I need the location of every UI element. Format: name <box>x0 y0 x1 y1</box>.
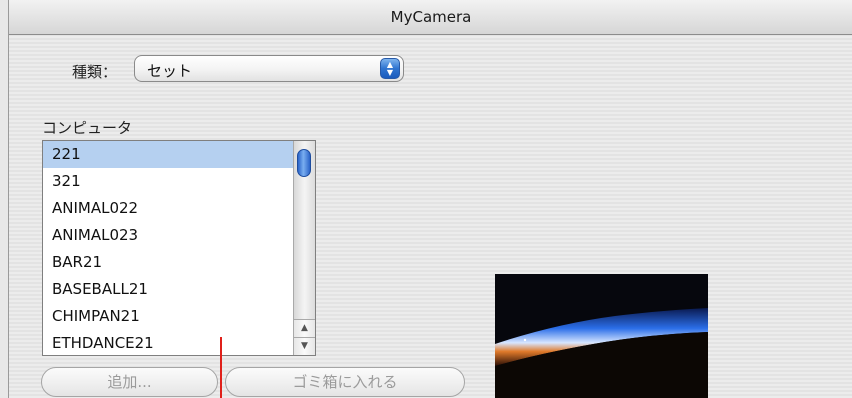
add-button[interactable]: 追加... <box>41 367 218 397</box>
list-item[interactable]: BASEBALL21 <box>43 276 293 303</box>
title-bar[interactable]: MyCamera <box>9 0 852 35</box>
earth-horizon-image <box>495 274 708 398</box>
kind-popup-button[interactable]: セット ▲ ▼ <box>134 55 404 82</box>
list-item[interactable]: CHIMPAN21 <box>43 303 293 330</box>
window-title: MyCamera <box>390 8 472 26</box>
preview-image <box>495 274 708 398</box>
list-scrollbar[interactable]: ▲ ▼ <box>293 141 315 355</box>
kind-popup-value: セット <box>147 62 193 80</box>
scroll-up-arrow-icon[interactable]: ▲ <box>294 319 315 337</box>
scroll-thumb[interactable] <box>297 149 311 177</box>
scroll-down-arrow-icon[interactable]: ▼ <box>294 337 315 355</box>
list-item[interactable]: BAR21 <box>43 249 293 276</box>
computer-list[interactable]: 221 321 ANIMAL022 ANIMAL023 BAR21 BASEBA… <box>42 140 316 356</box>
up-down-arrows-icon: ▲ ▼ <box>380 58 400 79</box>
move-to-trash-button[interactable]: ゴミ箱に入れる <box>225 367 465 397</box>
list-item[interactable]: ETHDANCE21 <box>43 330 293 355</box>
computer-list-label: コンピュータ <box>42 119 133 137</box>
list-item[interactable]: 221 <box>43 141 293 168</box>
list-item[interactable]: 321 <box>43 168 293 195</box>
mycamera-window: MyCamera 種類： セット ▲ ▼ コンピュータ 221 321 ANIM… <box>8 0 852 398</box>
kind-label: 種類： <box>72 63 118 81</box>
list-item[interactable]: ANIMAL022 <box>43 195 293 222</box>
list-item[interactable]: ANIMAL023 <box>43 222 293 249</box>
cursor-indicator-line <box>220 337 222 398</box>
